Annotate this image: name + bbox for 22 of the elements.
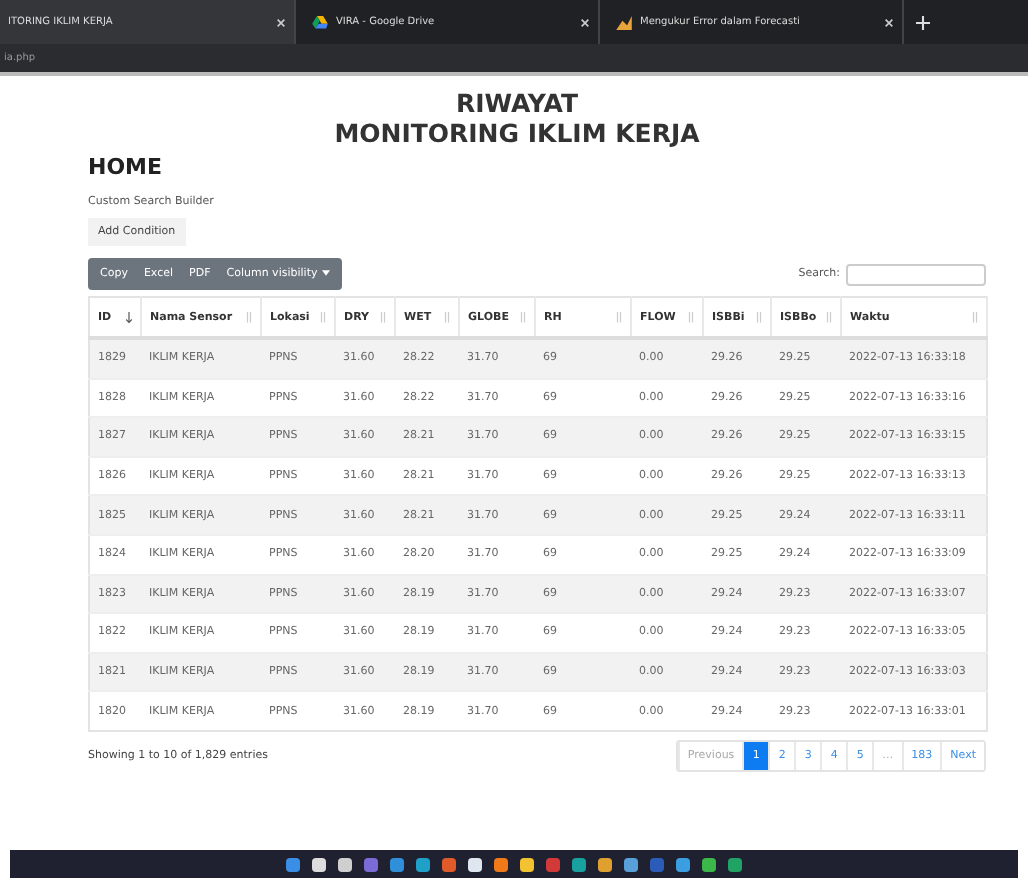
chart-icon (616, 15, 632, 29)
taskbar-app-icon[interactable] (468, 857, 482, 871)
close-icon[interactable] (276, 17, 286, 27)
taskbar-app-icon[interactable] (598, 857, 612, 871)
taskbar-app-icon[interactable] (676, 857, 690, 871)
caret-icon (321, 270, 330, 276)
search-field[interactable] (846, 263, 986, 285)
taskbar-app-icon[interactable] (624, 857, 638, 871)
page-title: RIWAYAT (453, 88, 581, 118)
drive-icon (312, 15, 328, 29)
taskbar-app-icon[interactable] (572, 857, 586, 871)
page-heading: HOME (88, 154, 165, 180)
new-tab-icon[interactable] (916, 15, 930, 29)
taskbar-app-icon[interactable] (312, 857, 326, 871)
taskbar-app-icon[interactable] (338, 857, 352, 871)
close-icon[interactable] (884, 17, 894, 27)
taskbar-app-icon[interactable] (702, 857, 716, 871)
page-title: MONITORING IKLIM KERJA (332, 118, 702, 148)
taskbar-app-icon[interactable] (520, 857, 534, 871)
taskbar-app-icon[interactable] (494, 857, 508, 871)
close-icon[interactable] (580, 17, 590, 27)
taskbar-app-icon[interactable] (416, 857, 430, 871)
